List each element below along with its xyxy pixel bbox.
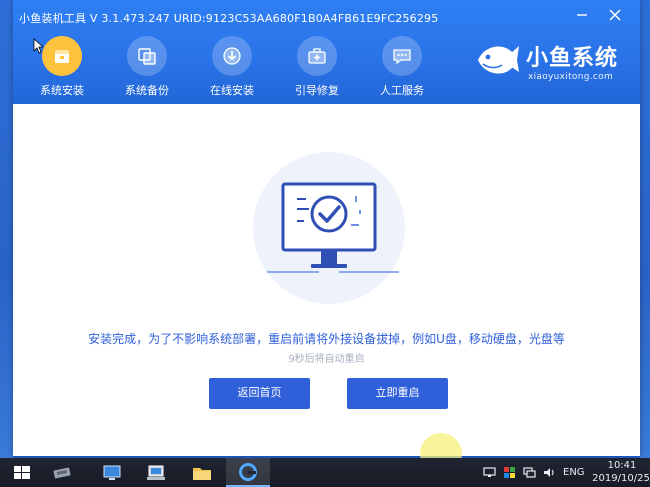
tray-item-color[interactable] (503, 466, 516, 479)
color-palette-icon (504, 467, 515, 478)
app-header: 小鱼装机工具 V 3.1.473.247 URID:9123C53AA680F1… (13, 0, 640, 104)
repair-kit-icon (297, 36, 337, 76)
nav-item-boot-repair[interactable]: 引导修复 (276, 32, 358, 100)
clock-time[interactable]: 10:41 (595, 460, 649, 472)
tray-item-network[interactable] (523, 466, 536, 479)
desktop-right-edge (640, 0, 650, 458)
backup-icon (127, 36, 167, 76)
tray-item-monitor[interactable] (483, 466, 496, 479)
nav-label: 在线安装 (210, 84, 254, 97)
network-icon (523, 467, 536, 478)
monitor-check-illustration (267, 182, 399, 273)
window-title: 小鱼装机工具 V 3.1.473.247 URID:9123C53AA680F1… (19, 12, 439, 25)
close-icon (609, 9, 621, 21)
reboot-countdown: 9秒后将自动重启 (288, 354, 365, 365)
minimize-icon (577, 14, 587, 16)
chat-icon (382, 36, 422, 76)
back-to-home-button[interactable]: 返回首页 (209, 378, 310, 409)
nav-label: 人工服务 (380, 84, 424, 97)
nav-item-system-backup[interactable]: 系统备份 (106, 32, 188, 100)
nav-label: 引导修复 (295, 84, 339, 97)
brand-name: 小鱼系统 (526, 46, 619, 71)
main-nav: 系统安装 系统备份 在线安装 引导修复 人工服务 (13, 32, 473, 102)
display-icon (483, 467, 496, 477)
install-icon (42, 36, 82, 76)
nav-label: 系统安装 (40, 84, 84, 97)
brand-url: xiaoyuxitong.com (528, 72, 614, 82)
brand: 小鱼系统 xiaoyuxitong.com (468, 36, 636, 94)
content-area: 安装完成，为了不影响系统部署，重启前请将外接设备拔掉，例如U盘，移动硬盘，光盘等… (13, 104, 640, 456)
system-tray: ENG 10:41 2019/10/25 (0, 458, 650, 487)
download-icon (212, 36, 252, 76)
reboot-now-button[interactable]: 立即重启 (347, 378, 448, 409)
nav-item-manual-service[interactable]: 人工服务 (361, 32, 443, 100)
fish-logo-icon (478, 46, 519, 74)
minimize-button[interactable] (575, 8, 589, 22)
taskbar: ENG 10:41 2019/10/25 (0, 458, 650, 487)
tray-item-volume[interactable] (543, 466, 556, 479)
mouse-cursor-icon (33, 38, 43, 54)
speaker-icon (544, 468, 554, 477)
title-bar[interactable]: 小鱼装机工具 V 3.1.473.247 URID:9123C53AA680F1… (13, 0, 640, 30)
install-complete-message: 安装完成，为了不影响系统部署，重启前请将外接设备拔掉，例如U盘，移动硬盘，光盘等 (88, 332, 565, 346)
nav-item-online-install[interactable]: 在线安装 (191, 32, 273, 100)
input-language-indicator[interactable]: ENG (563, 467, 585, 478)
nav-label: 系统备份 (125, 84, 169, 97)
desktop-left-edge (0, 0, 13, 458)
app-window: 小鱼装机工具 V 3.1.473.247 URID:9123C53AA680F1… (13, 0, 640, 456)
clock-date[interactable]: 2019/10/25 (592, 473, 650, 485)
close-button[interactable] (608, 8, 622, 22)
